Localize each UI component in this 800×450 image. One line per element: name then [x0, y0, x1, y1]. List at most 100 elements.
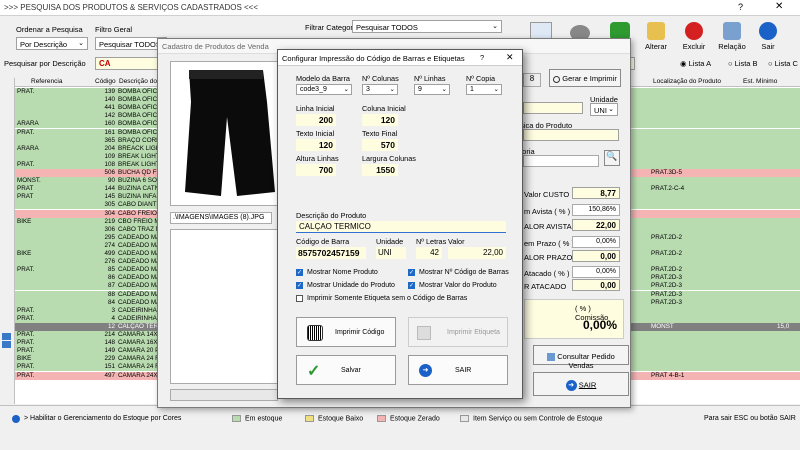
order-select-value: Por Descrição [20, 40, 68, 49]
row-indicator-icon [2, 341, 11, 348]
codbarra-field[interactable]: 8575702457159 [296, 247, 366, 259]
dialog-sair-button[interactable]: ➜ SAIR [408, 355, 508, 385]
dialog-title-text: Configurar Impressão do Código de Barras… [282, 54, 465, 63]
atacado-pct-field[interactable]: 0,00% [572, 266, 620, 278]
largura-field[interactable]: 1550 [362, 164, 398, 176]
texto-final-label: Texto Final [362, 129, 398, 138]
category-filter-select[interactable]: Pesquisar TODOS ⌄ [352, 20, 502, 33]
cell-referencia: PRAT [17, 193, 34, 201]
cell-codigo: 151 [104, 363, 115, 371]
dialog-close-button[interactable]: ✕ [506, 52, 514, 63]
cell-referencia: PRAT. [17, 339, 35, 347]
modelo-select[interactable]: code3_9 ⌄ [296, 84, 352, 95]
cell-codigo: 3 [111, 306, 115, 314]
product-field[interactable] [523, 102, 583, 114]
col-referencia[interactable]: Referencia [29, 78, 62, 87]
product-image[interactable] [170, 61, 278, 206]
sair-toolbar-button[interactable]: Sair [756, 22, 780, 51]
lista-c-radio[interactable]: ○ Lista C [768, 59, 798, 68]
exit-hint: Para sair ESC ou botão SAIR [704, 415, 796, 422]
valor-avista-label: ALOR AVISTA [524, 222, 572, 231]
nletras-field[interactable]: 42 [416, 247, 442, 259]
cell-localizacao: MONST [651, 322, 674, 330]
legend-zerado-text: Estoque Zerado [390, 415, 440, 423]
digit-field[interactable]: 8 [523, 73, 541, 87]
col-codigo[interactable]: Código [93, 78, 116, 87]
chk-valor-label: Mostrar Valor do Produto [419, 282, 497, 289]
categoria-field[interactable] [523, 155, 599, 167]
product-scrollbar[interactable] [170, 389, 278, 401]
cell-codigo: 305 [104, 201, 115, 209]
chk-ncodigo[interactable]: ✓ Mostrar Nº Código de Barras [408, 269, 509, 276]
legend-swatch [305, 415, 314, 422]
chk-somente-etiqueta[interactable]: Imprimir Somente Etiqueta sem o Código d… [296, 295, 467, 302]
cell-codigo: 214 [104, 331, 115, 338]
prazo-pct-field[interactable]: 0,00% [572, 236, 620, 248]
dialog-unidade-field[interactable]: UNI [376, 247, 406, 259]
document-icon [547, 353, 556, 362]
valor-prazo-label: ALOR PRAZO [524, 253, 573, 262]
linha-inicial-field[interactable]: 200 [296, 114, 336, 126]
ncolunas-select[interactable]: 3 ⌄ [362, 84, 398, 95]
lista-a-radio[interactable]: ◉ Lista A [680, 59, 711, 68]
col-localizacao[interactable]: Localização do Produto [651, 78, 721, 87]
row-indicator-icon [2, 333, 11, 340]
nletras-label: Nº Letras [416, 237, 447, 246]
valor-prazo-field[interactable]: 0,00 [572, 250, 620, 262]
cell-codigo: 497 [104, 371, 115, 379]
image-path-field[interactable]: .\IMAGENS\IMAGES (8).JPG [170, 212, 272, 224]
cell-codigo: 229 [104, 355, 115, 363]
lista-b-radio[interactable]: ○ Lista B [728, 59, 758, 68]
imprimir-etiqueta-button[interactable]: Imprimir Etiqueta [408, 317, 508, 347]
nlinhas-select[interactable]: 9 ⌄ [414, 84, 450, 95]
dialog-help-button[interactable]: ? [480, 53, 484, 62]
chk-unidade[interactable]: ✓ Mostrar Unidade do Produto [296, 282, 395, 289]
excluir-button[interactable]: Excluir [682, 22, 706, 51]
coluna-inicial-field[interactable]: 120 [362, 114, 398, 126]
prazo-pct-label: em Prazo ( % ) [524, 239, 575, 248]
altura-field[interactable]: 700 [296, 164, 336, 176]
cell-referencia: PRAT. [17, 363, 35, 371]
dialog-valor-label: Valor [448, 237, 465, 246]
avista-pct-field[interactable]: 150,86% [572, 204, 620, 216]
ncopia-select[interactable]: 1 ⌄ [466, 84, 502, 95]
unidade-select[interactable]: UNI ⌄ [590, 103, 618, 116]
relacao-button[interactable]: Relação [718, 22, 746, 51]
category-filter-label: Filtrar Categoria [305, 23, 359, 32]
valor-atacado-field[interactable]: 0,00 [572, 279, 620, 291]
imprimir-codigo-button[interactable]: Imprimir Código [296, 317, 396, 347]
dialog-valor-field[interactable]: 22,00 [448, 247, 506, 259]
chk-valor[interactable]: ✓ Mostrar Valor do Produto [408, 282, 497, 289]
salvar-button[interactable]: ✓ Salvar [296, 355, 396, 385]
descricao-field[interactable]: CALÇAO TERMICO [296, 221, 506, 233]
valor-avista-field[interactable]: 22,00 [572, 219, 620, 231]
sair-label: Sair [761, 42, 775, 51]
cell-codigo: 144 [104, 185, 115, 193]
status-hint[interactable]: > Habilitar o Gerenciamento do Estoque p… [24, 415, 181, 422]
chk-nome-produto[interactable]: ✓ Mostrar Nome Produto [296, 269, 378, 276]
product-notes-field[interactable] [170, 229, 278, 384]
product-sair-label: SAIR [578, 380, 597, 390]
close-button[interactable]: ✕ [775, 1, 783, 12]
relacao-label: Relação [718, 42, 746, 51]
cell-codigo: 506 [104, 169, 115, 176]
cell-codigo: 108 [104, 160, 115, 168]
cell-codigo: 148 [104, 339, 115, 347]
order-select[interactable]: Por Descrição ⌄ [16, 37, 88, 50]
legend-servico-text: Item Serviço ou sem Controle de Estoque [473, 415, 603, 423]
col-est-minimo[interactable]: Est. Mínimo [741, 78, 777, 87]
chevron-down-icon: ⌄ [389, 86, 395, 93]
cell-referencia: PRAT. [17, 160, 35, 168]
consultar-pedido-button[interactable]: Consultar Pedido Vendas [533, 345, 629, 370]
product-sair-button[interactable]: ➜ SAIR [533, 372, 629, 396]
search-icon[interactable]: 🔍 [604, 150, 620, 166]
alterar-button[interactable]: Alterar [644, 22, 668, 51]
cell-codigo: 499 [104, 250, 115, 257]
texto-inicial-field[interactable]: 120 [296, 139, 336, 151]
fisica-field[interactable] [523, 129, 619, 141]
texto-final-field[interactable]: 570 [362, 139, 398, 151]
info-icon [12, 415, 20, 423]
help-button[interactable]: ? [738, 2, 743, 12]
valor-custo-field[interactable]: 8,77 [572, 187, 620, 199]
gerar-imprimir-button[interactable]: Gerar e Imprimir [549, 69, 621, 87]
